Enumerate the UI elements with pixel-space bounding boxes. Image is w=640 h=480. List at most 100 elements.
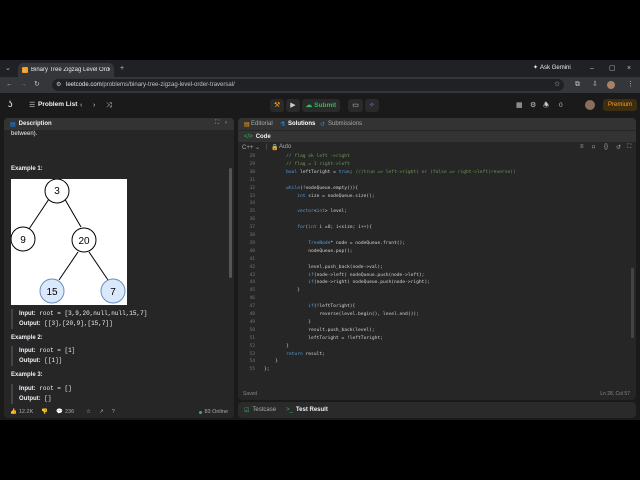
code-line: level.push_back(node->val); (264, 264, 383, 270)
next-problem-icon[interactable]: › (93, 102, 95, 109)
code-editor[interactable]: 28 // flag ok left ->right 29 // flag = 1… (238, 154, 628, 386)
tab-description[interactable]: Description (19, 121, 52, 127)
format-icon[interactable]: ≡ (580, 144, 584, 150)
help-icon[interactable]: ? (112, 409, 115, 415)
premium-button[interactable]: Premium (603, 99, 638, 111)
code-title: Code (255, 133, 271, 140)
line-number: 42 (249, 264, 255, 270)
line-number: 49 (249, 319, 255, 325)
collapse-icon[interactable]: ‹ (225, 120, 227, 126)
code-header: </> Code (238, 130, 636, 142)
code-line: if(!leftToright){ (308, 304, 356, 310)
extensions-icon[interactable]: ⧉ (575, 81, 580, 88)
example-2-output: [[1]] (44, 357, 63, 364)
debug-icon[interactable]: ⚒ (270, 98, 285, 112)
browser-window: ⌄ Binary Tree Zigzag Level Order × + ✦ As… (0, 60, 640, 420)
description-content: between). Example 1: 3 9 20 15 7 Input: … (4, 130, 226, 406)
close-tab-icon[interactable]: × (22, 68, 26, 75)
profile-avatar[interactable] (607, 81, 615, 89)
problem-list-link[interactable]: Problem List (38, 101, 77, 108)
description-scrollbar[interactable] (229, 168, 232, 278)
language-bar: C++ ⌄ | 🔒 Auto ≡ ⌑ {} ↺ ⛶ (238, 142, 636, 153)
code-line: if(node->left) nodeQueue.push(node->left… (308, 272, 425, 278)
solutions-icon: ⚗ (280, 122, 286, 128)
tab-solutions[interactable]: Solutions (288, 121, 315, 127)
braces-icon[interactable]: {} (604, 144, 608, 150)
list-icon: ☰ (29, 102, 36, 109)
description-header: ▤ Description ⛶ ‹ (4, 118, 234, 130)
tab-title: Binary Tree Zigzag Level Order (31, 67, 110, 73)
like-icon[interactable]: 👍 (10, 409, 17, 415)
site-info-icon[interactable]: ⚙ (56, 81, 61, 88)
code-line: } (264, 343, 289, 349)
settings-icon[interactable]: ⚙ (530, 102, 536, 109)
shuffle-icon[interactable]: ⤨ (106, 102, 112, 109)
tab-submissions[interactable]: Submissions (328, 121, 362, 127)
ask-gemini-button[interactable]: ✦ Ask Gemini (533, 64, 571, 72)
testcase-check-icon: ☑ (244, 407, 250, 414)
line-number: 32 (249, 185, 255, 191)
example-1-output: [[3],[20,9],[15,7]] (44, 320, 113, 327)
comment-icon[interactable]: 💬 (56, 409, 63, 415)
ai-icon[interactable]: ✧ (364, 98, 379, 112)
code-line: nodeQueue.pop(); (264, 248, 353, 254)
line-number: 44 (249, 280, 255, 286)
tab-test-result[interactable]: Test Result (296, 407, 328, 413)
line-number: 39 (249, 240, 255, 246)
expand-icon[interactable]: ⛶ (627, 144, 631, 151)
dislike-icon[interactable]: 👎 (41, 409, 48, 415)
bookmark-icon[interactable]: ⌑ (592, 144, 595, 151)
editorial-icon: ▤ (244, 122, 250, 128)
prev-problem-icon[interactable]: ‹ (80, 102, 82, 109)
tab-search-icon[interactable]: ⌄ (5, 65, 11, 72)
language-select[interactable]: C++ ⌄ (242, 144, 260, 151)
chevron-down-icon: ⌄ (255, 145, 261, 151)
online-dot-icon (199, 410, 203, 414)
example-3-output: [] (44, 395, 52, 402)
code-line: leftToright = !leftToright; (264, 335, 383, 341)
user-avatar[interactable] (585, 100, 595, 110)
example-1-io: Input: root = [3,9,20,null,null,15,7] Ou… (11, 309, 147, 329)
tab-strip: ⌄ Binary Tree Zigzag Level Order × + ✦ As… (0, 60, 640, 77)
back-icon[interactable]: ← (6, 81, 13, 88)
run-icon[interactable]: ▶ (286, 98, 300, 112)
line-number: 52 (249, 343, 255, 349)
maximize-icon[interactable]: ▢ (609, 65, 616, 72)
leetcode-logo-icon[interactable]: ʖ (8, 100, 13, 109)
fullscreen-icon[interactable]: ⛶ (215, 120, 219, 127)
line-number: 34 (249, 201, 255, 207)
example-1-title: Example 1: (11, 166, 43, 172)
minimize-icon[interactable]: – (590, 65, 594, 72)
forward-icon[interactable]: → (20, 81, 27, 88)
code-line: while(!nodeQueue.empty()){ (286, 185, 359, 191)
submit-button[interactable]: ☁ Submit (301, 98, 341, 112)
line-number: 45 (249, 288, 255, 294)
downloads-icon[interactable]: ⇩ (592, 81, 598, 88)
close-window-icon[interactable]: × (627, 65, 631, 72)
line-number: 51 (249, 335, 255, 341)
editor-top-tabs: ▤ Editorial ⚗ Solutions ↺ Submissions (238, 118, 636, 130)
notes-icon[interactable]: ▭ (348, 98, 363, 112)
reload-icon[interactable]: ↻ (34, 81, 40, 88)
menu-dots-icon[interactable]: ⋮ (627, 81, 634, 88)
mode-label[interactable]: Auto (279, 144, 291, 150)
share-icon[interactable]: ↗ (99, 409, 104, 415)
code-icon: </> (244, 133, 253, 140)
browser-tab[interactable]: Binary Tree Zigzag Level Order × (18, 63, 114, 77)
code-line: bool leftToright = true; //(true => left… (286, 169, 516, 175)
code-line: }; (264, 367, 270, 373)
tab-editorial[interactable]: Editorial (251, 121, 273, 127)
favorite-star-icon[interactable]: ☆ (86, 409, 91, 415)
tab-testcase[interactable]: Testcase (252, 407, 276, 413)
code-line: } (264, 288, 300, 294)
url-path: /problems/binary-tree-zigzag-level-order… (101, 82, 235, 88)
new-tab-icon[interactable]: + (120, 65, 124, 72)
bookmark-star-icon[interactable]: ☆ (554, 81, 560, 88)
code-line: for(int i =0; i<size; i++){ (297, 225, 372, 231)
notifications-icon[interactable]: 🕭 (543, 102, 549, 109)
layout-icon[interactable]: ▦ (516, 102, 523, 109)
reset-icon[interactable]: ↺ (616, 144, 621, 151)
line-number: 43 (249, 272, 255, 278)
editor-scrollbar[interactable] (631, 268, 634, 338)
address-bar[interactable]: ⚙ leetcode.com/problems/binary-tree-zigz… (52, 79, 564, 91)
